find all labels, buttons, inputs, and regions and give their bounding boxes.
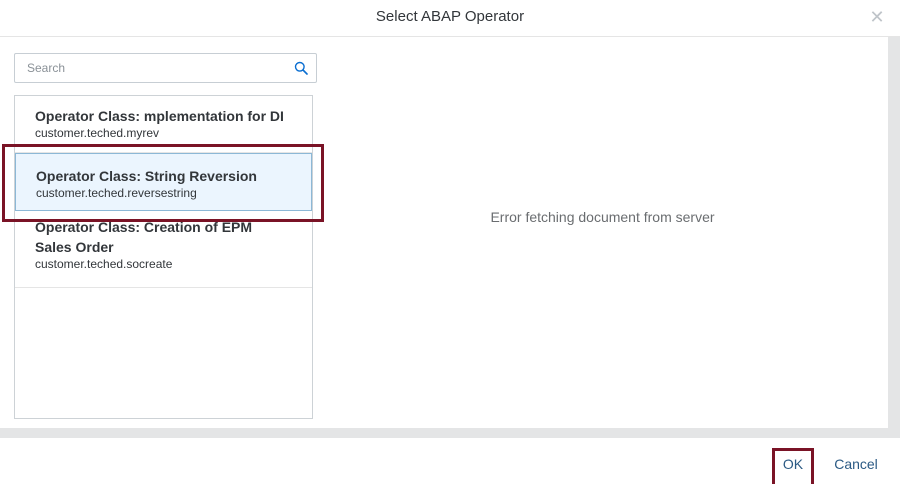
vertical-scrollbar[interactable] [888,37,900,438]
operator-id: customer.teched.reversestring [36,186,197,200]
ok-button[interactable]: OK [776,449,810,479]
operator-list: Operator Class: mplementation for DI cus… [14,95,313,419]
close-icon[interactable]: ✕ [866,6,888,28]
cancel-button[interactable]: Cancel [828,449,884,479]
operator-title: Operator Class: Creation of EPM Sales Or… [35,219,253,255]
dialog-header: Select ABAP Operator ✕ [0,0,900,37]
operator-id: customer.teched.socreate [35,257,173,271]
select-operator-dialog: Select ABAP Operator ✕ Operator Class: m… [0,0,900,484]
operator-title: Operator Class: String Reversion [36,168,257,184]
dialog-footer: OK Cancel [0,438,900,481]
operator-title: Operator Class: mplementation for DI [35,108,284,124]
dialog-title: Select ABAP Operator [375,8,525,25]
search-icon[interactable] [294,61,308,75]
list-item-selected[interactable]: Operator Class: String Reversion custome… [15,153,312,211]
list-item[interactable]: Operator Class: Creation of EPM Sales Or… [15,211,312,288]
dialog-content: Operator Class: mplementation for DI cus… [0,37,888,428]
search-field[interactable] [14,53,317,83]
error-message: Error fetching document from server [490,209,715,225]
search-input[interactable] [15,54,285,82]
operator-id: customer.teched.myrev [35,126,160,140]
list-item[interactable]: Operator Class: mplementation for DI cus… [15,96,312,153]
horizontal-scrollbar[interactable] [0,428,888,438]
